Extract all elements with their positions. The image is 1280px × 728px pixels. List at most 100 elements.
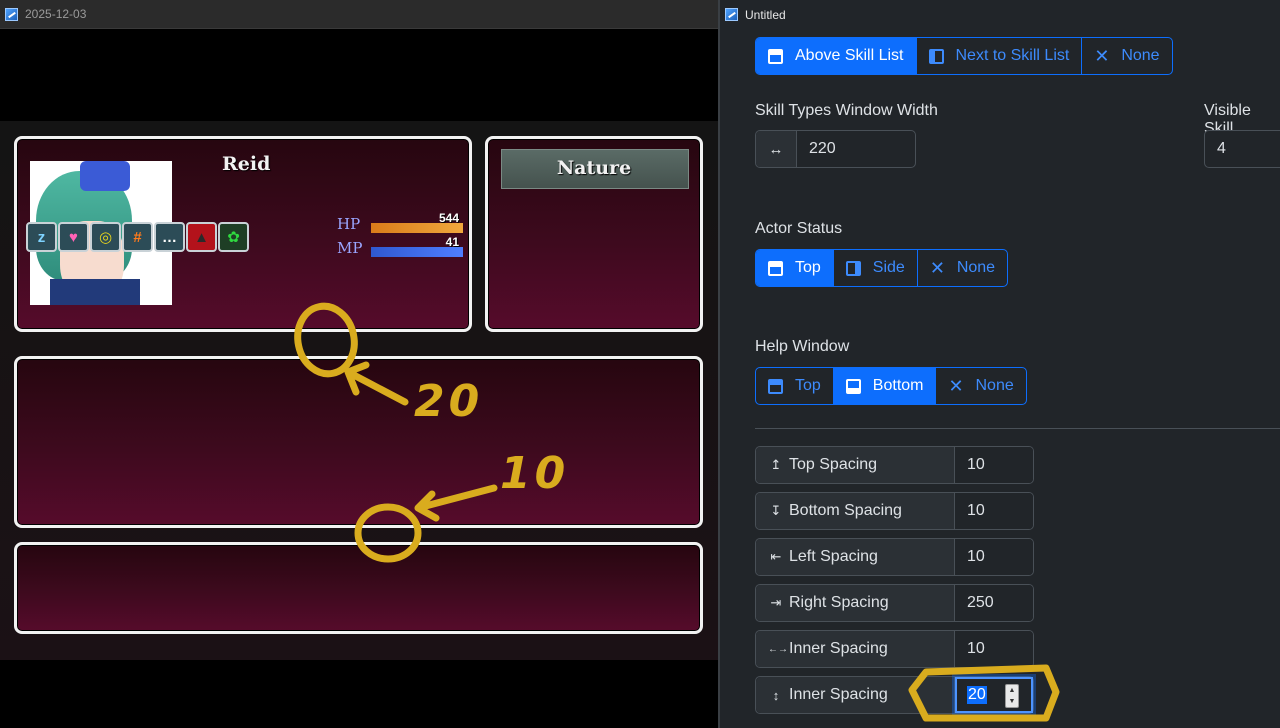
mp-gauge-row: MP 41	[337, 235, 463, 257]
confusion-icon: ◎	[90, 222, 121, 252]
poison-icon: ✿	[218, 222, 249, 252]
inner-vertical-spacing-input[interactable]: 20 ▲ ▼	[955, 677, 1033, 713]
inner-vertical-spacing-row: ↕ Inner Spacing 20 ▲ ▼	[755, 676, 1034, 714]
left-spacing-label: ⇤ Left Spacing	[756, 539, 955, 575]
option-label: None	[956, 259, 996, 276]
window-top-icon	[768, 260, 783, 276]
spinner-down-icon[interactable]: ▼	[1009, 698, 1016, 706]
bottom-spacing-label: ↧ Bottom Spacing	[756, 493, 955, 529]
skill-types-width-label: Skill Types Window Width	[755, 102, 938, 119]
game-titlebar[interactable]: 2025-12-03	[0, 0, 718, 29]
charm-icon: ♥	[58, 222, 89, 252]
section-divider	[755, 428, 1280, 429]
actor-status-label: Actor Status	[755, 220, 843, 237]
app-icon	[725, 8, 738, 21]
actor-status-top[interactable]: Top	[756, 250, 834, 286]
arrow-bar-left-icon: ⇤	[770, 549, 782, 564]
option-label: Top	[795, 259, 821, 276]
actor-status-side[interactable]: Side	[834, 250, 918, 286]
option-label: Next to Skill List	[955, 47, 1070, 64]
option-label: None	[975, 377, 1014, 394]
help-window-none[interactable]: ✕ None	[936, 368, 1025, 404]
window-top-icon	[768, 48, 783, 64]
option-label: Bottom	[872, 377, 924, 394]
help-window-group: Top Bottom ✕ None	[755, 367, 1027, 405]
help-window-label: Help Window	[755, 338, 850, 355]
editor-window-title: Untitled	[745, 7, 786, 22]
editor-content: Above Skill List Next to Skill List ✕ No…	[720, 0, 1280, 728]
selected-value-text: 20	[967, 686, 987, 704]
bottom-spacing-row: ↧ Bottom Spacing 10	[755, 492, 1034, 530]
option-label: Side	[872, 259, 905, 276]
spacing-label-text: Inner Spacing	[789, 640, 888, 657]
number-spinner[interactable]: ▲ ▼	[1005, 684, 1019, 708]
option-label: None	[1121, 47, 1160, 64]
actor-status-window: Reid z ♥ ◎ # … ▲ ✿ HP 544 MP 41	[14, 136, 472, 332]
skill-types-window: Nature	[485, 136, 703, 332]
editor-titlebar[interactable]: Untitled	[720, 0, 1280, 29]
spacing-label-text: Left Spacing	[789, 548, 878, 565]
visible-skill-input-group: 4	[1204, 130, 1280, 168]
option-label: Top	[795, 377, 821, 394]
right-spacing-row: ⇥ Right Spacing 250	[755, 584, 1034, 622]
help-window-top[interactable]: Top	[756, 368, 834, 404]
hp-gauge: 544	[371, 211, 463, 233]
option-none[interactable]: ✕ None	[1082, 38, 1171, 74]
skill-list-window	[14, 542, 703, 634]
window-side-icon	[845, 260, 861, 276]
arrow-bar-down-icon: ↧	[770, 503, 782, 518]
app-icon	[5, 7, 18, 21]
spacing-label-text: Inner Spacing	[789, 686, 888, 703]
skill-types-position-group: Above Skill List Next to Skill List ✕ No…	[755, 37, 1173, 75]
mp-gauge: 41	[371, 235, 463, 257]
horizontal-arrows-icon: ↔	[756, 131, 797, 167]
window-top-icon	[768, 378, 783, 394]
left-spacing-row: ⇤ Left Spacing 10	[755, 538, 1034, 576]
inner-horizontal-spacing-label: ←→ Inner Spacing	[756, 631, 955, 667]
window-side-icon	[928, 48, 944, 64]
mp-label: MP	[337, 239, 363, 257]
help-window	[14, 356, 703, 528]
spinner-up-icon[interactable]: ▲	[1009, 687, 1016, 695]
game-window: 2025-12-03 Reid z ♥ ◎ # … ▲ ✿ HP 544 MP …	[0, 0, 718, 728]
annotation-label-20: 20	[414, 376, 484, 427]
inner-horizontal-spacing-input[interactable]: 10	[955, 631, 1033, 667]
mp-value: 41	[445, 234, 459, 249]
rage-icon: #	[122, 222, 153, 252]
right-spacing-label: ⇥ Right Spacing	[756, 585, 955, 621]
window-bottom-icon	[845, 378, 861, 394]
silence-icon: …	[154, 222, 185, 252]
option-above-skill-list[interactable]: Above Skill List	[756, 38, 917, 74]
visible-skill-input[interactable]: 4	[1205, 131, 1280, 167]
darkness-icon: ▲	[186, 222, 217, 252]
actor-status-none[interactable]: ✕ None	[918, 250, 1007, 286]
skill-type-command[interactable]: Nature	[488, 157, 700, 179]
skill-types-width-input[interactable]: 220	[797, 131, 915, 167]
spacing-label-text: Right Spacing	[789, 594, 889, 611]
hp-label: HP	[337, 215, 361, 233]
right-spacing-input[interactable]: 250	[955, 585, 1033, 621]
option-label: Above Skill List	[795, 47, 904, 64]
top-spacing-row: ↥ Top Spacing 10	[755, 446, 1034, 484]
spacing-label-text: Bottom Spacing	[789, 502, 902, 519]
option-next-to-skill-list[interactable]: Next to Skill List	[917, 38, 1083, 74]
arrows-horizontal-icon: ←→	[768, 643, 788, 655]
arrow-bar-up-icon: ↥	[770, 457, 782, 472]
close-icon: ✕	[929, 257, 945, 278]
status-icons: z ♥ ◎ # … ▲ ✿	[26, 222, 249, 252]
bottom-spacing-input[interactable]: 10	[955, 493, 1033, 529]
skill-types-width-input-group: ↔ 220	[755, 130, 916, 168]
close-icon: ✕	[1094, 45, 1110, 66]
close-icon: ✕	[948, 375, 964, 396]
top-spacing-input[interactable]: 10	[955, 447, 1033, 483]
hp-value: 544	[438, 210, 459, 225]
actor-name: Reid	[222, 153, 271, 175]
help-window-bottom[interactable]: Bottom	[833, 368, 937, 404]
arrow-bar-right-icon: ⇥	[770, 595, 782, 610]
sleep-icon: z	[26, 222, 57, 252]
annotation-label-10: 10	[500, 448, 570, 499]
top-spacing-label: ↥ Top Spacing	[756, 447, 955, 483]
game-window-title: 2025-12-03	[25, 7, 87, 21]
left-spacing-input[interactable]: 10	[955, 539, 1033, 575]
spacing-label-text: Top Spacing	[789, 456, 878, 473]
